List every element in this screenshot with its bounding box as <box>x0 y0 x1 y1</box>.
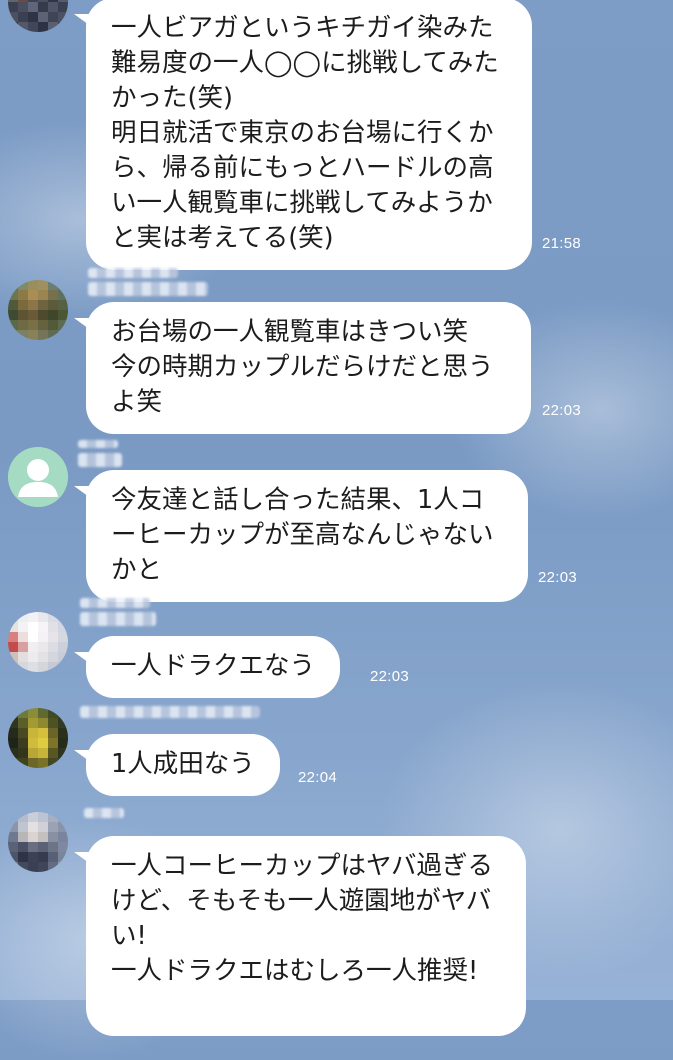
message-bubble[interactable]: 今友達と話し合った結果、1人コーヒーカップが至高なんじゃないかと <box>86 470 528 602</box>
message-timestamp: 22:03 <box>542 402 582 419</box>
sender-name <box>78 453 122 467</box>
sender-name <box>78 440 118 448</box>
sender-avatar[interactable] <box>8 812 68 872</box>
pixelated-photo-avatar-icon <box>8 812 68 872</box>
sender-avatar[interactable] <box>8 447 68 507</box>
message-bubble[interactable]: 一人ドラクエなう <box>86 636 341 698</box>
message-bubble[interactable]: 一人ビアガというキチガイ染みた難易度の一人◯◯に挑戦してみたかった(笑) 明日就… <box>86 0 532 270</box>
message-timestamp: 21:58 <box>542 235 582 252</box>
pixelated-photo-avatar-icon <box>8 280 68 340</box>
sender-avatar[interactable] <box>8 612 68 672</box>
pixelated-photo-avatar-icon <box>8 612 68 672</box>
sender-name <box>88 268 178 278</box>
pixelated-photo-avatar-icon <box>8 708 68 768</box>
sender-name <box>84 808 124 818</box>
sender-name <box>80 612 156 626</box>
chat-view[interactable]: 一人ビアガというキチガイ染みた難易度の一人◯◯に挑戦してみたかった(笑) 明日就… <box>0 0 673 1036</box>
sender-avatar[interactable] <box>8 280 68 340</box>
sender-name <box>88 282 208 296</box>
sender-avatar[interactable] <box>8 708 68 768</box>
sender-avatar[interactable] <box>8 0 68 32</box>
message-timestamp: 22:03 <box>538 569 578 586</box>
message-bubble[interactable]: 一人コーヒーカップはヤバ過ぎるけど、そもそも一人遊園地がヤバい! 一人ドラクエは… <box>86 836 526 1036</box>
default-person-avatar-icon <box>8 447 68 507</box>
message-bubble[interactable]: お台場の一人観覧車はきつい笑 今の時期カップルだらけだと思うよ笑 <box>86 302 531 434</box>
pixelated-photo-avatar-icon <box>8 0 68 32</box>
sender-name <box>80 598 150 608</box>
message-bubble[interactable]: 1人成田なう <box>86 734 280 796</box>
message-timestamp: 22:04 <box>298 769 338 786</box>
sender-name <box>80 706 260 718</box>
message-timestamp: 22:03 <box>370 668 410 685</box>
